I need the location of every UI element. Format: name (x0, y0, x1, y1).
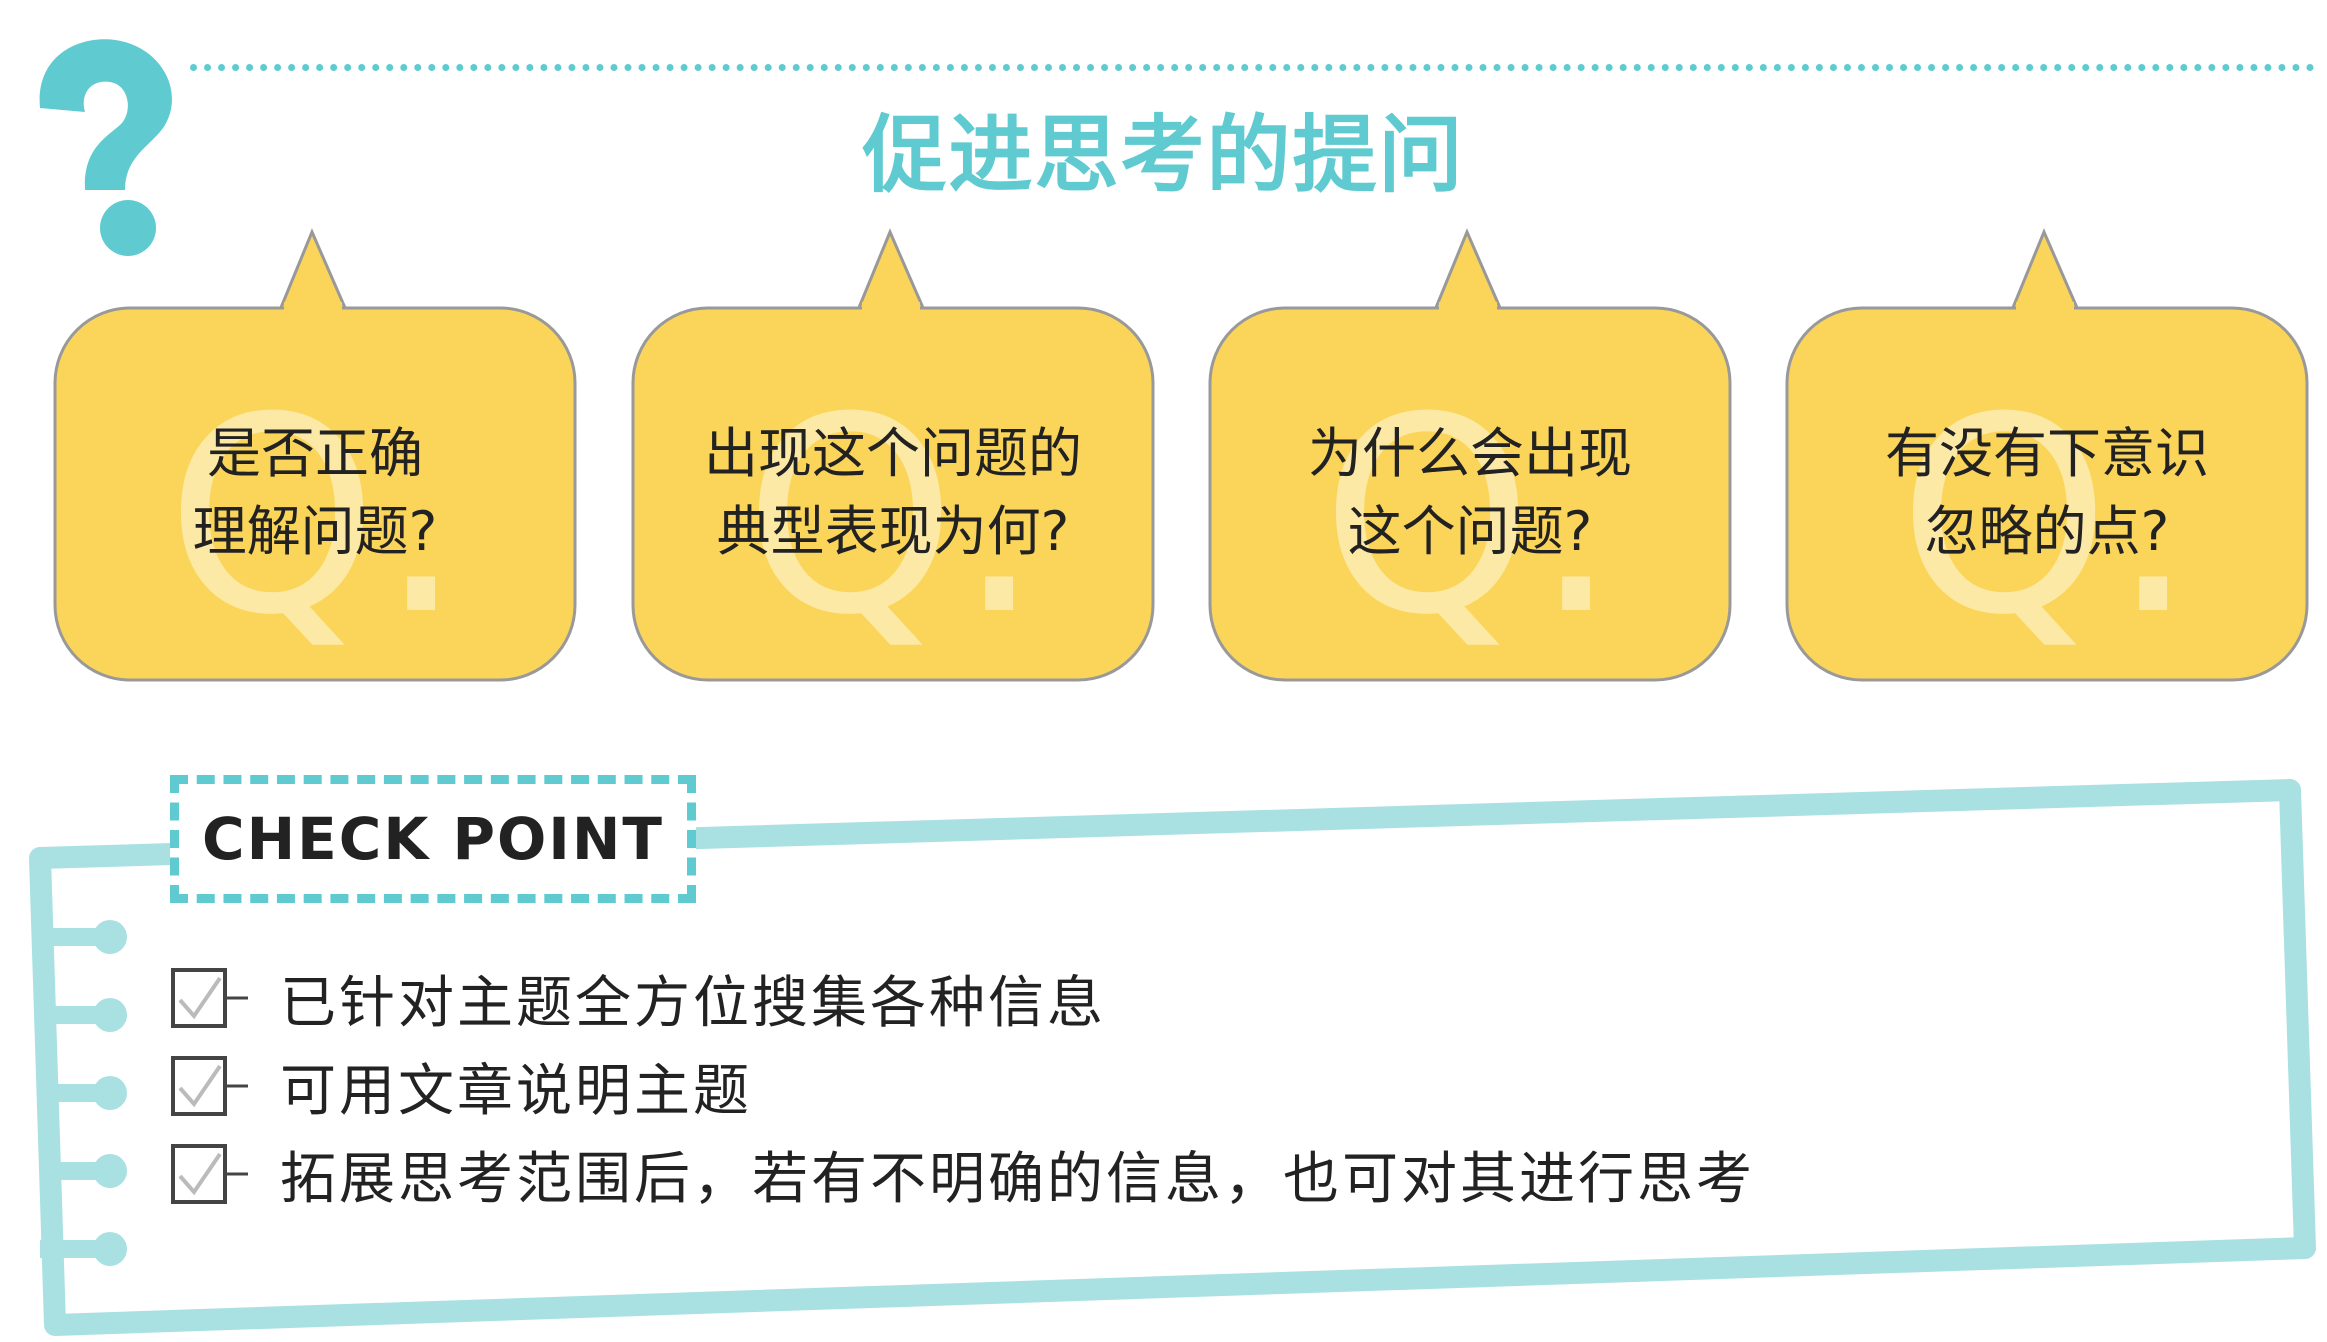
checkbox-icon (171, 968, 248, 1028)
checklist-item-text: 拓展思考范围后，若有不明确的信息，也可对其进行思考 (280, 1146, 1755, 1212)
checkbox-icon (171, 1144, 248, 1204)
question-line: 忽略的点? (1924, 500, 2170, 563)
question-line: 理解问题? (192, 500, 438, 563)
question-text-4: 有没有下意识 忽略的点? (1787, 415, 2307, 571)
check-point-title: CHECK POINT (170, 775, 696, 903)
checklist-item-text: 可用文章说明主题 (280, 1058, 752, 1124)
checklist-item: 可用文章说明主题 (170, 1046, 752, 1126)
question-text-1: 是否正确 理解问题? (55, 415, 575, 571)
checklist-item: 拓展思考范围后，若有不明确的信息，也可对其进行思考 (170, 1134, 1755, 1214)
question-line: 出现这个问题的 (704, 422, 1082, 485)
checklist-item-text: 已针对主题全方位搜集各种信息 (280, 970, 1106, 1036)
question-bubbles: Q. Q. Q. Q. (53, 228, 2309, 682)
question-text-3: 为什么会出现 这个问题? (1210, 415, 1730, 571)
question-line: 典型表现为何? (716, 500, 1070, 563)
checklist-item: 已针对主题全方位搜集各种信息 (170, 958, 1106, 1038)
check-point-heading: CHECK POINT (202, 805, 664, 873)
question-line: 这个问题? (1347, 500, 1593, 563)
question-line: 有没有下意识 (1885, 422, 2209, 485)
question-line: 是否正确 (207, 422, 423, 485)
question-line: 为什么会出现 (1308, 422, 1632, 485)
checkbox-icon (171, 1056, 248, 1116)
question-text-2: 出现这个问题的 典型表现为何? (633, 415, 1153, 571)
